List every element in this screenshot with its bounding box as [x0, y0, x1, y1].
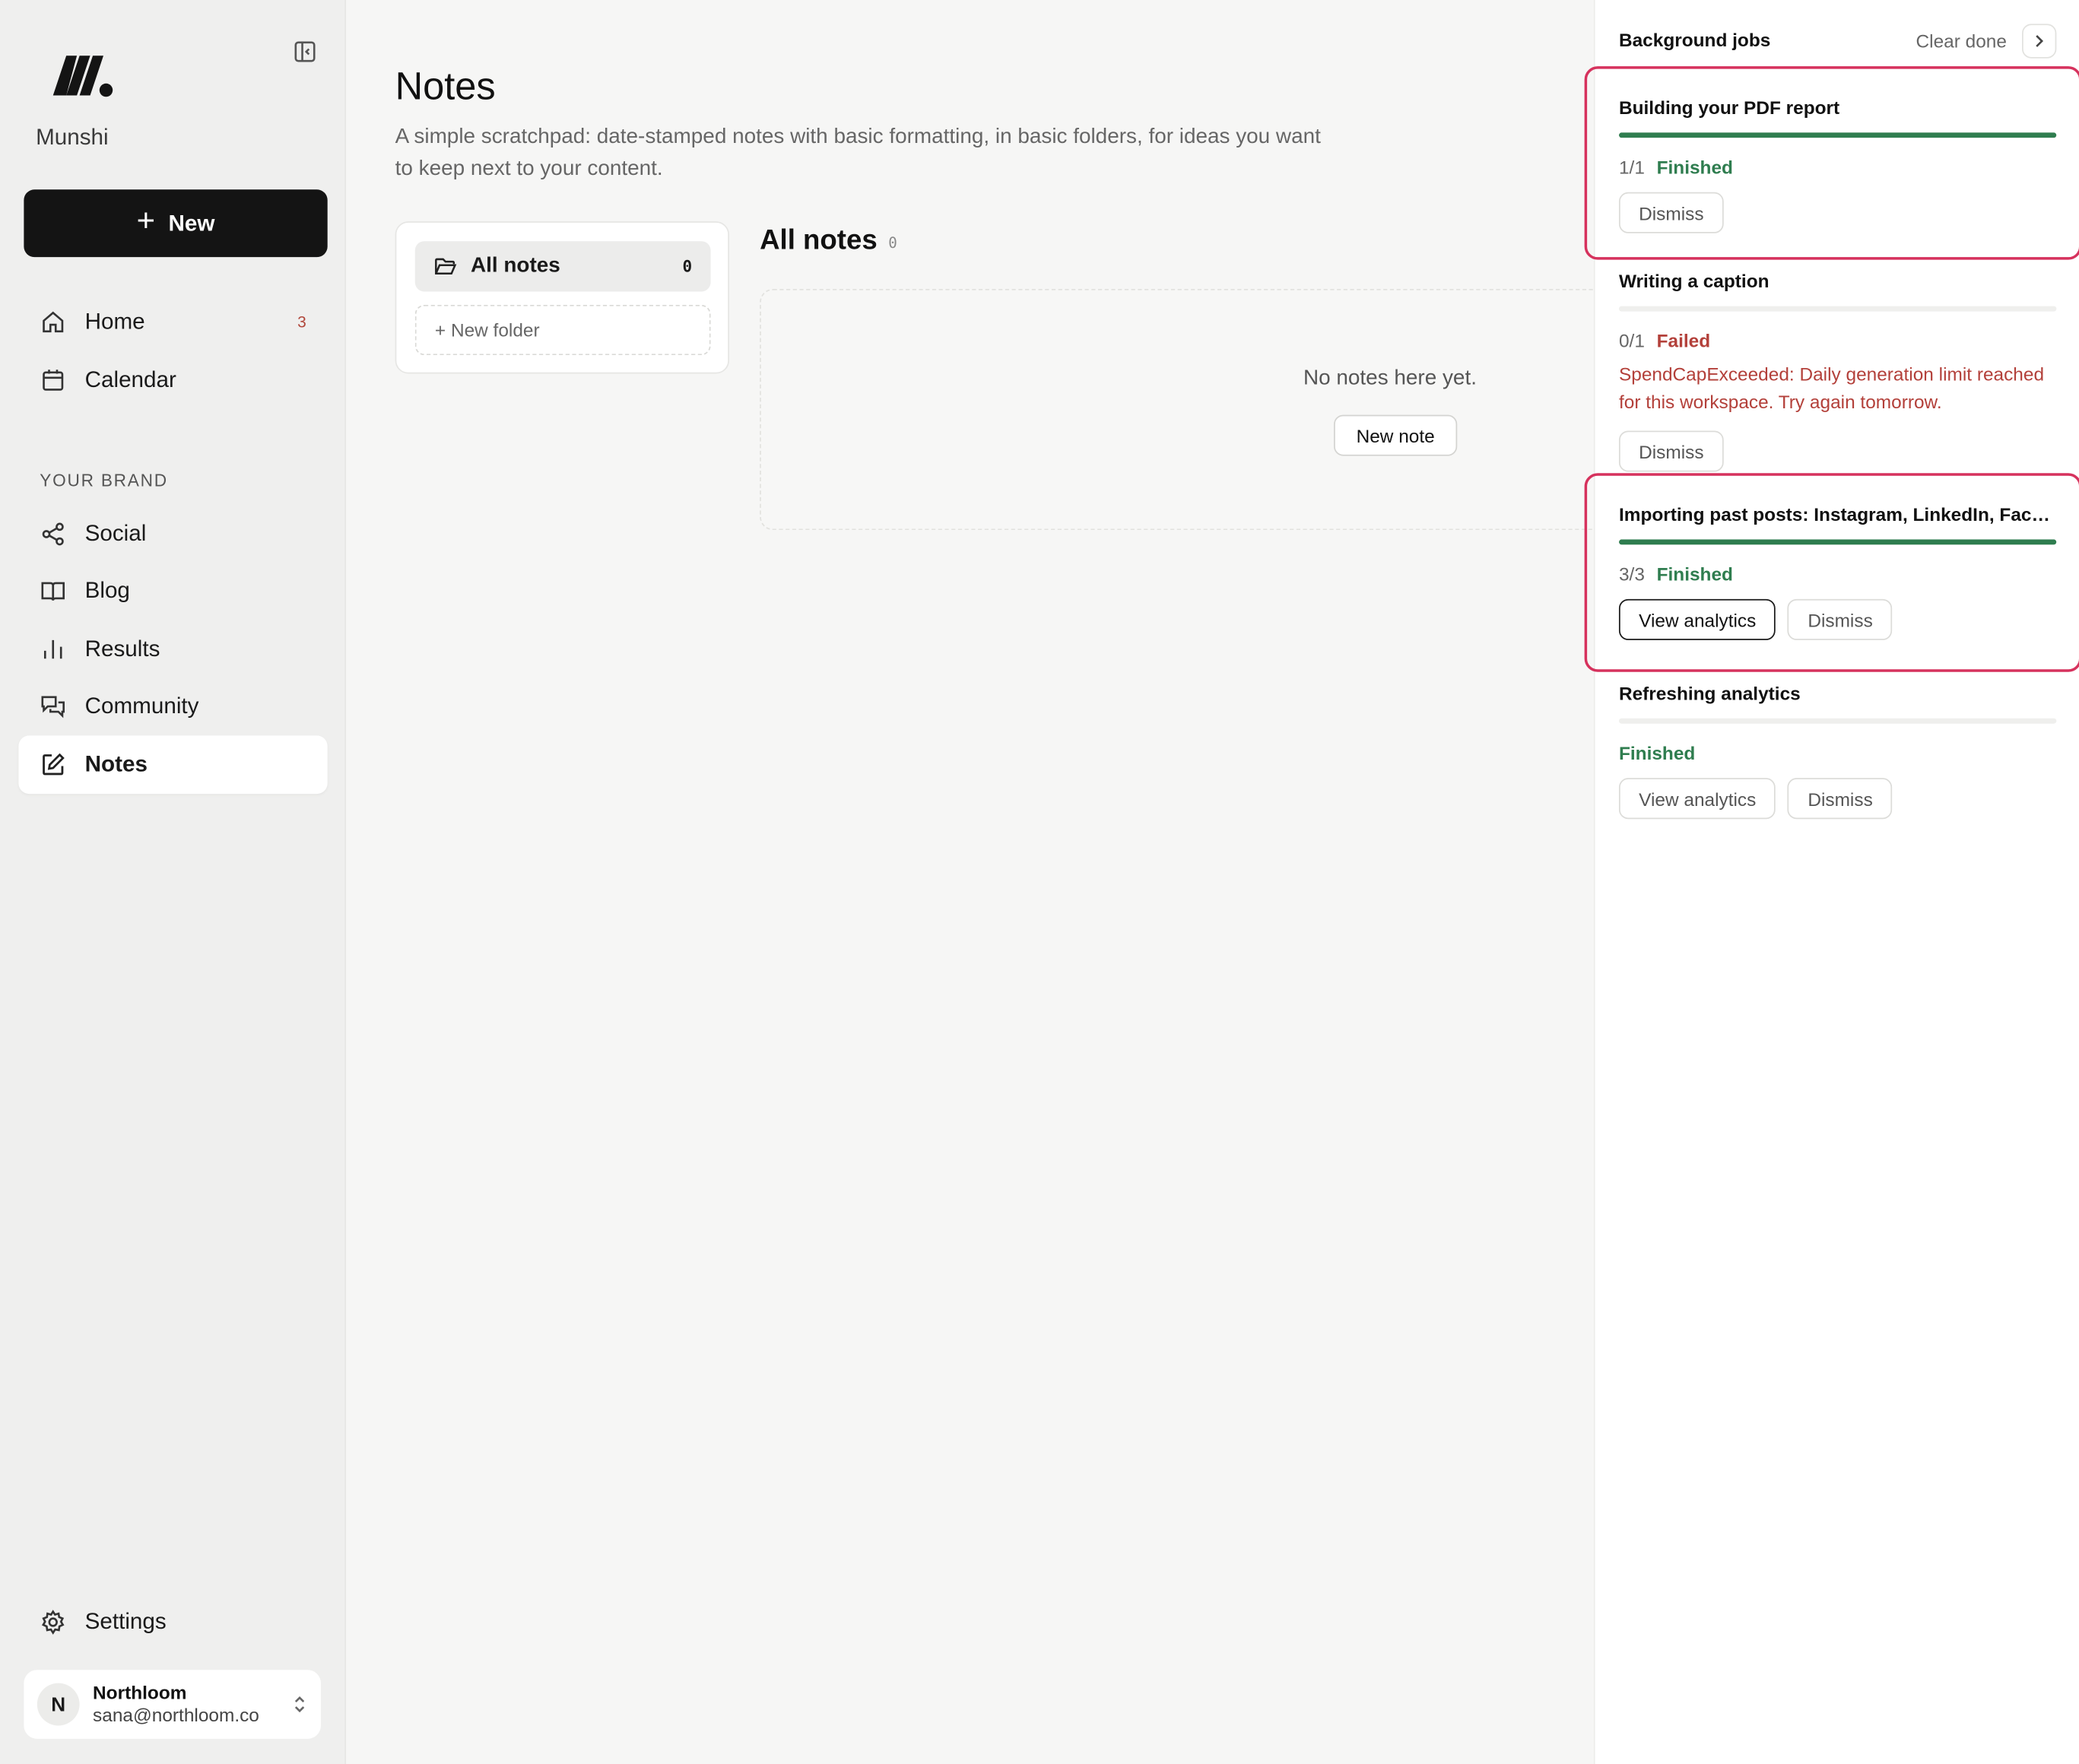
home-badge: 3 [297, 313, 306, 332]
folder-label: All notes [470, 254, 560, 278]
status-badge: Finished [1656, 156, 1733, 178]
settings-label: Settings [84, 1609, 167, 1635]
progress-bar [1618, 539, 2057, 545]
job-title: Building your PDF report [1618, 97, 1840, 119]
sidebar: Munshi + New Home 3 Calendar YOUR BRAND … [0, 0, 347, 1764]
dismiss-button[interactable]: Dismiss [1618, 430, 1724, 472]
folder-all-notes[interactable]: All notes 0 [414, 241, 711, 292]
sidebar-item-label: Results [84, 636, 160, 662]
sidebar-item-label: Social [84, 521, 147, 547]
section-label-your-brand: YOUR BRAND [40, 470, 168, 490]
app-name: Munshi [36, 124, 109, 150]
sidebar-item-label: Community [84, 693, 199, 719]
sidebar-item-notes[interactable]: Notes [18, 735, 328, 795]
sidebar-item-home[interactable]: Home 3 [18, 293, 327, 351]
progress-fill [1618, 539, 2057, 545]
chat-icon [40, 693, 66, 720]
job-title: Importing past posts: Instagram, LinkedI… [1618, 503, 2057, 525]
sidebar-item-label: Calendar [84, 366, 176, 392]
account-switcher[interactable]: N Northloom sana@northloom.co [24, 1670, 321, 1739]
jobs-title: Background jobs [1618, 29, 1771, 51]
avatar: N [37, 1683, 80, 1726]
view-analytics-button[interactable]: View analytics [1618, 778, 1776, 820]
job-caption: Writing a caption 0/1 Failed SpendCapExc… [1618, 270, 2057, 472]
status-badge: Finished [1618, 742, 1696, 763]
account-email: sana@northloom.co [93, 1704, 259, 1726]
job-title: Refreshing analytics [1618, 682, 1801, 704]
job-error-message: SpendCapExceeded: Daily generation limit… [1618, 363, 2045, 413]
empty-state-text: No notes here yet. [1303, 366, 1477, 390]
job-title: Writing a caption [1618, 270, 1770, 292]
folder-count: 0 [682, 257, 693, 276]
folder-open-icon [435, 258, 457, 275]
sidebar-item-social[interactable]: Social [18, 505, 327, 563]
status-badge: Failed [1656, 330, 1711, 351]
view-analytics-button[interactable]: View analytics [1618, 598, 1776, 640]
background-jobs-panel: Background jobs Clear done Building your… [1593, 0, 2079, 1764]
sidebar-item-label: Notes [84, 751, 148, 777]
notes-count: 0 [888, 234, 897, 252]
notes-empty-state [760, 288, 1609, 531]
collapse-sidebar-icon[interactable] [292, 39, 319, 65]
page-title: Notes [395, 66, 496, 109]
progress-bar [1618, 306, 2057, 312]
app-root: Munshi + New Home 3 Calendar YOUR BRAND … [0, 0, 2079, 1764]
bar-chart-icon [40, 636, 66, 663]
edit-icon [40, 751, 66, 778]
account-name: Northloom [93, 1681, 187, 1703]
job-count: 0/1 [1618, 330, 1645, 351]
progress-bar [1618, 718, 2057, 724]
book-icon [40, 578, 66, 604]
folders-panel: All notes 0 + New folder [395, 221, 729, 374]
dismiss-button[interactable]: Dismiss [1788, 598, 1893, 640]
chevron-right-icon[interactable] [2022, 24, 2057, 59]
sidebar-item-settings[interactable]: Settings [18, 1593, 327, 1651]
new-button[interactable]: + New [24, 189, 328, 258]
notes-heading: All notes [760, 225, 878, 256]
new-button-label: New [168, 210, 215, 236]
munshi-logo [52, 56, 113, 97]
sidebar-item-blog[interactable]: Blog [18, 562, 327, 620]
new-note-button[interactable]: New note [1334, 414, 1458, 456]
new-folder-button[interactable]: + New folder [414, 304, 711, 356]
share-icon [40, 521, 66, 547]
sidebar-item-calendar[interactable]: Calendar [18, 351, 327, 410]
job-refresh-analytics: Refreshing analytics Finished View analy… [1618, 682, 2057, 820]
calendar-icon [40, 367, 66, 394]
progress-bar [1618, 132, 2057, 138]
dismiss-button[interactable]: Dismiss [1788, 778, 1893, 820]
job-pdf-report: Building your PDF report 1/1 Finished Di… [1618, 97, 2057, 233]
sidebar-item-results[interactable]: Results [18, 620, 327, 679]
chevron-up-down-icon [294, 1696, 305, 1713]
status-badge: Finished [1656, 563, 1733, 585]
sidebar-item-label: Home [84, 309, 145, 335]
clear-done-button[interactable]: Clear done [1916, 30, 2007, 52]
progress-fill [1618, 132, 2057, 138]
gear-icon [40, 1609, 66, 1636]
dismiss-button[interactable]: Dismiss [1618, 192, 1724, 233]
job-count: 1/1 [1618, 156, 1645, 178]
job-import-posts: Importing past posts: Instagram, LinkedI… [1618, 503, 2057, 640]
home-icon [40, 309, 66, 335]
sidebar-item-community[interactable]: Community [18, 677, 327, 736]
job-count: 3/3 [1618, 563, 1645, 585]
page-description: A simple scratchpad: date-stamped notes … [395, 125, 1321, 181]
plus-icon: + [136, 202, 156, 239]
sidebar-item-label: Blog [84, 577, 130, 604]
